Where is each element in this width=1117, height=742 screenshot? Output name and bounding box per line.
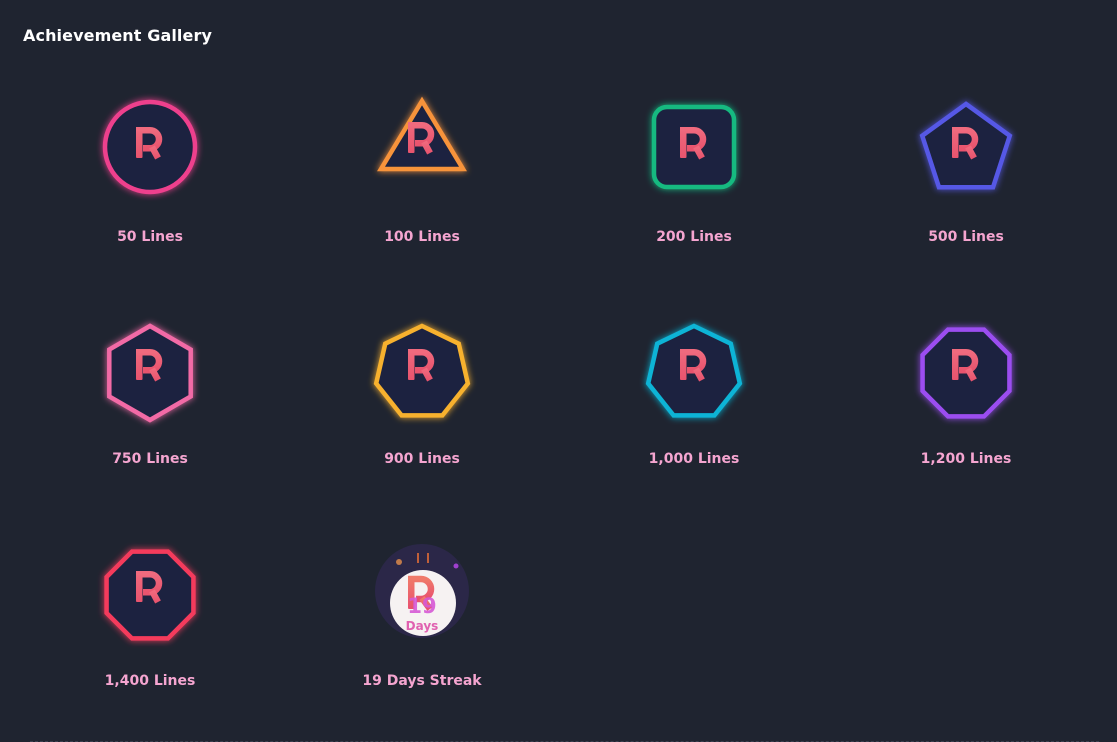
badge-icon [367,92,477,202]
badge-label: 50 Lines [117,229,183,245]
badge-card[interactable]: 200 Lines [558,78,830,300]
badge-shape-graphic [102,99,198,195]
badge-icon [639,314,749,424]
badge-shape-graphic [373,323,471,418]
badge-shape-graphic [645,323,743,418]
badge-label: 1,200 Lines [920,451,1012,467]
streak-badge-card[interactable]: 19 Days 19 Days Streak [286,522,558,742]
badge-label: 750 Lines [112,451,188,467]
badge-card[interactable]: 50 Lines [14,78,286,300]
confetti-dot [453,563,459,569]
triangle-badge-frame [377,96,467,172]
badge-card[interactable]: 750 Lines [14,300,286,522]
candle-icon [427,553,429,563]
badge-label: 500 Lines [928,229,1004,245]
badge-icon [639,92,749,202]
badge-shape-graphic [377,96,467,172]
badge-shape-graphic [919,101,1013,190]
streak-badge: 19 Days [367,536,477,646]
badge-card[interactable]: 100 Lines [286,78,558,300]
badge-shape-graphic [104,549,196,641]
badge-card[interactable]: 1,200 Lines [830,300,1102,522]
badge-icon [95,536,205,646]
streak-days-count: 19 [407,594,437,618]
badge-card[interactable]: 1,000 Lines [558,300,830,522]
badge-card[interactable]: 1,400 Lines [14,522,286,742]
achievement-gallery-page: Achievement Gallery 50 Lines 100 Lines 2… [0,0,1117,742]
badge-label: 900 Lines [384,451,460,467]
badge-label: 100 Lines [384,229,460,245]
candle-icon [417,553,419,563]
badge-label: 1,400 Lines [104,673,196,689]
badge-shape-graphic [107,323,193,423]
badge-card[interactable]: 900 Lines [286,300,558,522]
confetti-dot [396,559,402,565]
badge-icon [911,92,1021,202]
badge-card[interactable]: 500 Lines [830,78,1102,300]
badge-shape-graphic [651,104,737,190]
badge-label: 200 Lines [656,229,732,245]
gallery-title: Achievement Gallery [23,26,212,45]
streak-days-unit: Days [405,619,439,633]
badge-icon [95,314,205,424]
badge-shape-graphic [920,327,1012,419]
badge-label: 1,000 Lines [648,451,740,467]
badge-icon [95,92,205,202]
badge-icon [911,314,1021,424]
badge-icon [367,314,477,424]
streak-badge-label: 19 Days Streak [362,673,482,689]
badge-grid: 50 Lines 100 Lines 200 Lines 500 Lines 7… [14,78,1102,742]
